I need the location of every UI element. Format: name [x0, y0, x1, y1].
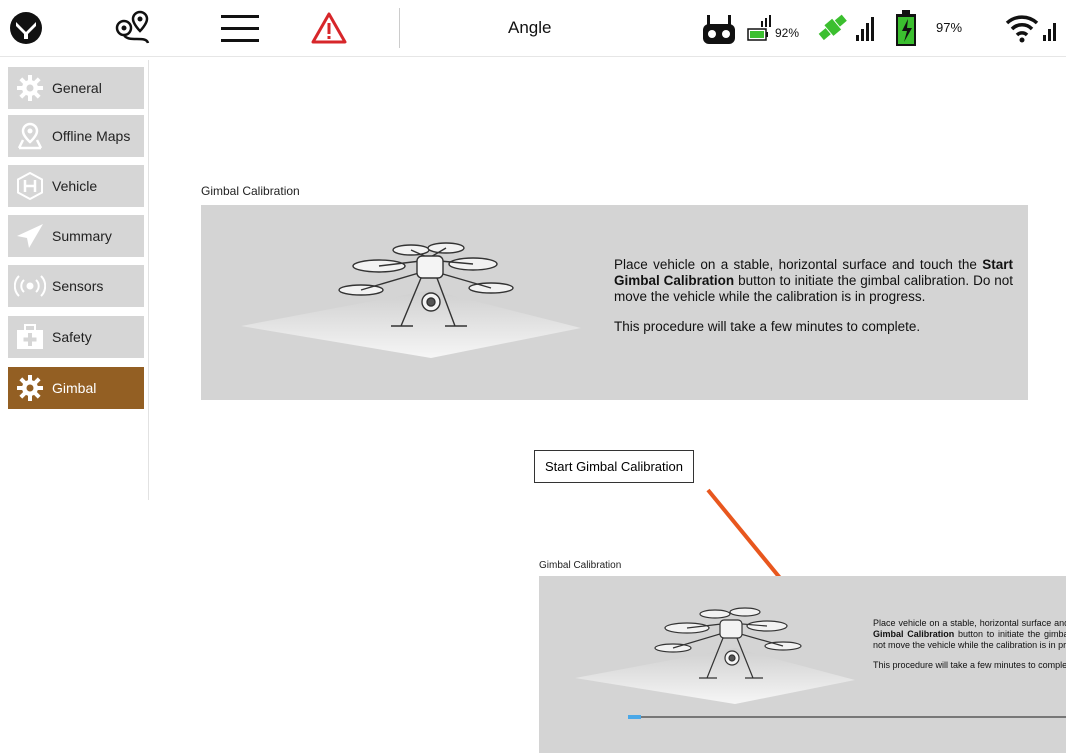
instruction-text: Place vehicle on a stable, horizontal su…: [614, 257, 983, 272]
calibration-progress-bar: [628, 715, 1066, 719]
sidebar-item-general[interactable]: General: [8, 67, 144, 109]
sidebar-item-label: Offline Maps: [52, 128, 131, 144]
calibration-panel: Place vehicle on a stable, horizontal su…: [201, 205, 1028, 400]
sidebar-item-summary[interactable]: Summary: [8, 215, 144, 257]
wifi-signal-icon[interactable]: [1005, 12, 1063, 44]
sidebar-item-label: General: [52, 80, 102, 96]
instruction-text: Place vehicle on a stable, horizontal su…: [873, 618, 1066, 628]
rc-battery-icon: [745, 12, 775, 44]
toolbar-divider: [399, 8, 400, 48]
instruction-note: This procedure will take a few minutes t…: [614, 319, 921, 334]
inset-section-title: Gimbal Calibration: [539, 560, 622, 571]
calibration-instructions: Place vehicle on a stable, horizontal su…: [614, 257, 1013, 335]
drone-illustration: [241, 230, 581, 390]
menu-icon[interactable]: [218, 12, 262, 44]
settings-sidebar: General Offline Maps Vehicle Summary Sen…: [0, 60, 149, 500]
calibration-progress-fill: [628, 715, 642, 719]
paper-plane-icon: [8, 215, 52, 257]
app-logo-icon[interactable]: [8, 10, 44, 46]
gps-satellite-icon[interactable]: [818, 10, 876, 46]
rc-battery-percent: 92%: [775, 26, 800, 40]
sidebar-item-label: Summary: [52, 228, 112, 244]
gear-icon: [8, 67, 52, 109]
start-gimbal-calibration-button[interactable]: Start Gimbal Calibration: [534, 450, 694, 483]
plan-route-icon[interactable]: [110, 8, 154, 48]
sidebar-item-label: Sensors: [52, 278, 104, 294]
vehicle-battery-percent: 97%: [936, 20, 963, 35]
sidebar-item-vehicle[interactable]: Vehicle: [8, 165, 144, 207]
instruction-note: This procedure will take a few minutes t…: [873, 660, 1066, 670]
sidebar-item-offline-maps[interactable]: Offline Maps: [8, 115, 144, 157]
sidebar-item-sensors[interactable]: Sensors: [8, 265, 144, 307]
first-aid-kit-icon: [8, 316, 52, 358]
top-toolbar: Angle 92% 97%: [0, 0, 1066, 57]
rc-controller-icon[interactable]: [700, 12, 738, 46]
gear-icon: [8, 367, 52, 409]
section-title: Gimbal Calibration: [201, 184, 300, 198]
radio-waves-icon: [8, 265, 52, 307]
vehicle-battery-icon[interactable]: [893, 8, 919, 48]
sidebar-item-label: Vehicle: [52, 178, 98, 194]
sidebar-item-safety[interactable]: Safety: [8, 316, 144, 358]
inset-drone-illustration: [575, 598, 855, 728]
inset-calibration-panel: Place vehicle on a stable, horizontal su…: [539, 576, 1066, 753]
warning-icon[interactable]: [310, 10, 348, 46]
hexagon-h-icon: [8, 165, 52, 207]
inset-calibration-instructions: Place vehicle on a stable, horizontal su…: [873, 618, 1066, 671]
map-pin-icon: [8, 115, 52, 157]
sidebar-item-label: Gimbal: [52, 380, 97, 396]
sidebar-item-label: Safety: [52, 329, 92, 345]
flight-mode-label[interactable]: Angle: [508, 18, 551, 38]
sidebar-item-gimbal[interactable]: Gimbal: [8, 367, 144, 409]
